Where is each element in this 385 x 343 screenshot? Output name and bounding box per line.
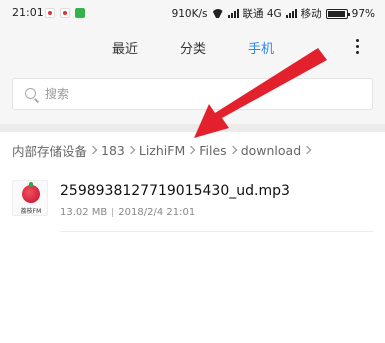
more-vertical-icon[interactable] — [356, 39, 360, 55]
chevron-right-icon — [126, 145, 136, 155]
carrier-1: 联通 4G — [242, 8, 282, 20]
breadcrumb-item-storage[interactable]: 内部存储设备 — [12, 141, 87, 160]
battery-percent: 97% — [351, 7, 375, 20]
thumb-label: 荔枝FM — [20, 208, 42, 215]
breadcrumb-item-183[interactable]: 183 — [101, 143, 125, 158]
chevron-right-icon — [187, 145, 196, 155]
breadcrumb: 内部存储设备 183 LizhiFM Files download — [12, 140, 315, 160]
file-meta: 13.02 MB 2018/2/4 21:01 — [60, 207, 195, 218]
status-bar: 21:01 910K/s 联通 4G 移动 97% — [0, 0, 385, 26]
search-area — [0, 66, 385, 124]
search-box[interactable] — [12, 78, 373, 110]
row-divider — [60, 231, 373, 232]
meta-divider — [112, 207, 114, 217]
lizhi-fm-icon: 荔枝FM — [12, 180, 48, 216]
status-right: 910K/s 联通 4G 移动 97% — [172, 6, 375, 21]
tab-bar: 最近 分类 手机 — [0, 26, 385, 66]
tab-recent[interactable]: 最近 — [112, 38, 138, 57]
chevron-right-icon — [302, 145, 312, 155]
red-dot-icon — [60, 8, 70, 18]
chevron-right-icon — [228, 145, 237, 155]
breadcrumb-item-download[interactable]: download — [241, 143, 301, 158]
file-list-item[interactable]: 荔枝FM 2598938127719015430_ud.mp3 13.02 MB… — [0, 170, 385, 232]
section-divider — [0, 124, 385, 132]
breadcrumb-item-files[interactable]: Files — [199, 143, 226, 158]
carrier-2: 移动 — [300, 8, 322, 20]
search-icon — [25, 88, 36, 99]
search-input[interactable] — [45, 84, 345, 104]
green-app-icon — [75, 8, 85, 18]
tab-phone[interactable]: 手机 — [248, 38, 274, 57]
file-name: 2598938127719015430_ud.mp3 — [60, 183, 290, 199]
signal-icon — [227, 9, 239, 18]
network-speed: 910K/s — [171, 7, 208, 20]
status-time: 21:01 — [12, 6, 44, 19]
chevron-right-icon — [88, 145, 98, 155]
battery-icon — [325, 8, 350, 19]
red-dot-icon — [45, 8, 55, 18]
wifi-icon — [212, 9, 224, 18]
signal-icon — [285, 9, 297, 18]
tab-categories[interactable]: 分类 — [180, 38, 206, 57]
breadcrumb-item-lizhifm[interactable]: LizhiFM — [139, 143, 185, 158]
file-size: 13.02 MB — [60, 207, 108, 218]
lizhi-logo-icon — [22, 182, 40, 203]
file-date: 2018/2/4 21:01 — [118, 207, 196, 218]
